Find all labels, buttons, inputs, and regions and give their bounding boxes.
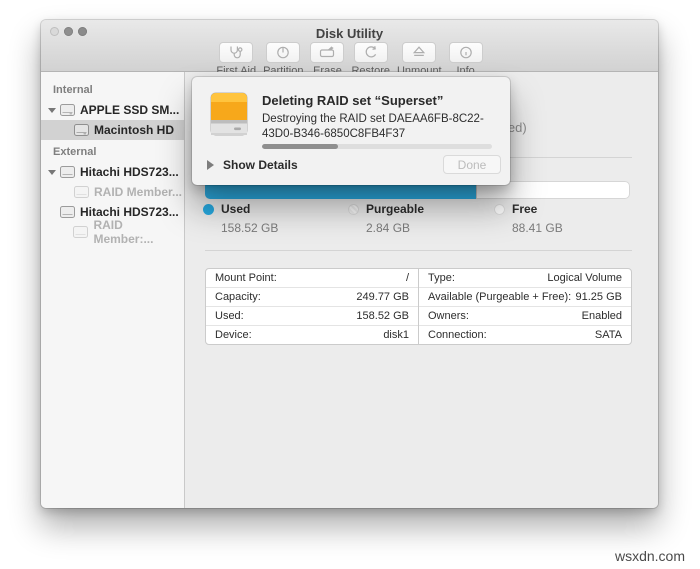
used-swatch-icon xyxy=(203,203,214,215)
disk-icon xyxy=(60,206,75,218)
sidebar-item-label: Macintosh HD xyxy=(94,123,175,137)
window-title: Disk Utility xyxy=(315,26,384,41)
legend-label: Free xyxy=(512,202,538,216)
show-details-label: Show Details xyxy=(223,158,298,172)
legend-value: 88.41 GB xyxy=(512,221,563,235)
progress-fill xyxy=(262,144,338,149)
volume-icon xyxy=(74,124,89,136)
volume-info-table: Mount Point: / Capacity: 249.77 GB Used:… xyxy=(205,268,632,345)
done-button[interactable]: Done xyxy=(443,155,501,174)
purgeable-swatch-icon xyxy=(348,203,359,215)
disclosure-triangle-icon[interactable] xyxy=(47,169,57,175)
sidebar-item-label: APPLE SSD SM... xyxy=(80,103,180,117)
sidebar-item-label: RAID Member:... xyxy=(93,218,154,246)
sidebar-item-apple-ssd[interactable]: APPLE SSD SM... xyxy=(41,100,184,120)
unmount-icon xyxy=(402,42,437,63)
info-icon xyxy=(448,42,483,63)
usage-legend: Used 158.52 GB Purgeable 2.84 GB Free 88… xyxy=(185,202,658,242)
sidebar-item-label: Hitachi HDS723... xyxy=(80,165,179,179)
sidebar-item-hitachi-1[interactable]: Hitachi HDS723... xyxy=(41,162,184,182)
first-aid-icon xyxy=(219,42,254,63)
deleting-raid-dialog: Deleting RAID set “Superset” Destroying … xyxy=(192,77,510,185)
sidebar-section-external: External xyxy=(53,146,97,158)
legend-item-used: Used 158.52 GB xyxy=(203,202,278,235)
table-row: Connection: SATA xyxy=(419,325,631,344)
legend-item-purgeable: Purgeable 2.84 GB xyxy=(348,202,424,235)
disk-icon xyxy=(74,186,89,198)
progress-bar xyxy=(262,144,492,149)
table-row: Mount Point: / xyxy=(215,272,409,284)
sidebar-item-label: RAID Member... xyxy=(94,185,183,199)
sidebar-item-macintosh-hd[interactable]: Macintosh HD xyxy=(41,120,184,140)
show-details-toggle[interactable]: Show Details xyxy=(207,158,298,172)
titlebar: Disk Utility First Aid Partition Erase R… xyxy=(41,20,658,77)
legend-value: 2.84 GB xyxy=(366,221,411,235)
watermark: wsxdn.com xyxy=(614,548,685,564)
screenshot-canvas: Disk Utility First Aid Partition Erase R… xyxy=(0,0,700,569)
dialog-title: Deleting RAID set “Superset” xyxy=(262,93,444,108)
free-swatch-icon xyxy=(494,203,505,215)
table-row: Used: 158.52 GB xyxy=(206,306,418,325)
sidebar-item-label: Hitachi HDS723... xyxy=(80,205,179,219)
table-row: Device: disk1 xyxy=(206,325,418,344)
restore-icon xyxy=(353,42,388,63)
table-row: Available (Purgeable + Free): 91.25 GB xyxy=(419,287,631,306)
table-row: Type: Logical Volume xyxy=(428,272,622,284)
disclosure-triangle-icon[interactable] xyxy=(47,107,57,113)
dialog-message: Destroying the RAID set DAEAA6FB-8C22-43… xyxy=(262,113,484,140)
info-table-left-column: Mount Point: / Capacity: 249.77 GB Used:… xyxy=(206,269,419,344)
sidebar-item-raid-member-1[interactable]: RAID Member... xyxy=(41,182,184,202)
divider xyxy=(205,250,632,251)
table-row: Capacity: 249.77 GB xyxy=(206,287,418,306)
legend-label: Used xyxy=(221,202,251,216)
disk-icon xyxy=(73,226,89,238)
sidebar-section-internal: Internal xyxy=(53,84,93,96)
legend-value: 158.52 GB xyxy=(221,221,279,235)
erase-icon xyxy=(310,42,345,63)
disk-icon xyxy=(60,166,75,178)
external-drive-icon xyxy=(210,92,248,141)
partition-icon xyxy=(266,42,301,63)
legend-label: Purgeable xyxy=(366,202,425,216)
legend-item-free: Free 88.41 GB xyxy=(494,202,563,235)
disclosure-right-icon[interactable] xyxy=(207,160,214,170)
sidebar: Internal APPLE SSD SM... Macintosh HD Ex… xyxy=(41,72,185,508)
info-table-right-column: Type: Logical Volume Available (Purgeabl… xyxy=(419,269,631,344)
disk-icon xyxy=(60,104,75,116)
sidebar-item-raid-member-2[interactable]: RAID Member:... xyxy=(41,218,184,246)
table-row: Owners: Enabled xyxy=(419,306,631,325)
